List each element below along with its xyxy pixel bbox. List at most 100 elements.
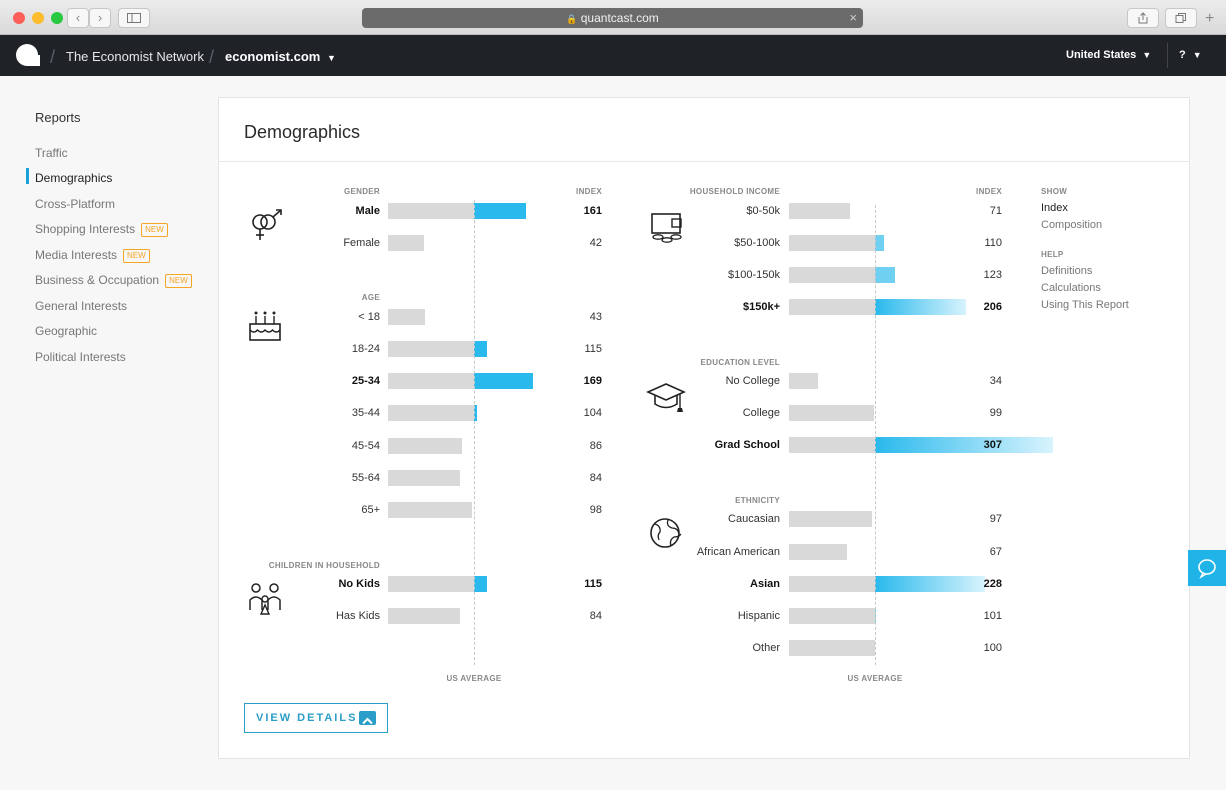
section-title: HOUSEHOLD INCOME (689, 187, 780, 196)
index-bar (789, 203, 851, 219)
help-option-using-this-report[interactable]: Using This Report (1041, 299, 1129, 311)
sidebar-item-label: Cross-Platform (35, 197, 116, 211)
index-bar (789, 235, 875, 251)
index-bar (388, 576, 474, 592)
row-label: 35-44 (351, 407, 380, 419)
family-icon (249, 583, 281, 615)
zoom-window-button[interactable] (51, 12, 63, 24)
index-bar (388, 502, 473, 518)
breadcrumb-separator: / (50, 47, 56, 67)
index-value: 84 (589, 472, 602, 484)
index-value: 161 (583, 205, 602, 217)
sidebar-item-demographics[interactable]: Demographics (35, 171, 112, 185)
help-menu[interactable]: ? ▼ (1179, 49, 1202, 61)
index-bar (388, 373, 474, 389)
sidebar-item-label: Shopping Interests (35, 222, 136, 236)
sidebar-item-traffic[interactable]: Traffic (35, 146, 68, 160)
index-value: 97 (989, 513, 1002, 525)
us-average-label: US AVERAGE (847, 674, 903, 683)
index-bar (388, 608, 461, 624)
row-label: $50-100k (734, 237, 780, 249)
index-bar (388, 405, 474, 421)
view-details-label: VIEW DETAILS (256, 712, 358, 724)
row-label: $100-150k (728, 269, 780, 281)
help-option-calculations[interactable]: Calculations (1041, 282, 1101, 294)
card-divider (219, 161, 1189, 162)
forward-button[interactable]: › (89, 8, 111, 28)
country-name: United States (1066, 49, 1137, 61)
index-value: 110 (984, 237, 1002, 249)
address-bar[interactable]: 🔒 quantcast.com × (362, 8, 863, 28)
index-bar (789, 640, 875, 656)
index-bar-above-average (474, 576, 487, 592)
sidebar-item-label: General Interests (35, 299, 128, 313)
sidebar-item-political-interests[interactable]: Political Interests (35, 350, 126, 364)
index-bar (789, 576, 875, 592)
view-details-button[interactable]: VIEW DETAILS (244, 703, 388, 733)
sidebar-item-geographic[interactable]: Geographic (35, 324, 97, 338)
section-title: GENDER (343, 187, 380, 196)
new-badge: NEW (165, 274, 192, 288)
birthday-cake-icon (249, 311, 281, 341)
sidebar-item-business-occupation[interactable]: Business & Occupation NEW (35, 273, 192, 288)
row-label: < 18 (358, 311, 380, 323)
back-button[interactable]: ‹ (67, 8, 89, 28)
row-label: Female (343, 237, 380, 249)
index-value: 98 (589, 504, 602, 516)
row-label: Has Kids (335, 610, 380, 622)
row-label: African American (696, 546, 780, 558)
index-value: 67 (989, 546, 1002, 558)
chevron-down-icon: ▼ (1142, 50, 1152, 60)
index-bar-above-average (875, 267, 895, 283)
country-selector[interactable]: United States ▼ (1066, 49, 1151, 61)
share-icon (1138, 12, 1148, 24)
sidebar-item-shopping-interests[interactable]: Shopping Interests NEW (35, 222, 168, 237)
wallet-icon (651, 213, 682, 243)
index-bar (388, 235, 425, 251)
new-tab-button[interactable]: + (1205, 11, 1214, 27)
breadcrumb-separator: / (209, 47, 215, 67)
help-option-definitions[interactable]: Definitions (1041, 265, 1092, 277)
row-label: Male (355, 205, 380, 217)
index-value: 99 (989, 407, 1002, 419)
quantcast-logo-icon[interactable] (15, 43, 41, 67)
show-option-index[interactable]: Index (1041, 202, 1068, 214)
header-divider (1167, 43, 1168, 68)
sidebar-item-media-interests[interactable]: Media Interests NEW (35, 248, 150, 263)
show-heading: SHOW (1041, 187, 1068, 196)
sidebar-item-general-interests[interactable]: General Interests (35, 299, 127, 313)
chat-bubble-icon (1198, 559, 1216, 579)
row-label: Grad School (714, 439, 780, 451)
index-bar (789, 608, 875, 624)
minimize-window-button[interactable] (32, 12, 44, 24)
graduation-cap-icon (646, 383, 686, 412)
row-label: Caucasian (728, 513, 780, 525)
index-bar-above-average (474, 373, 534, 389)
stop-loading-icon[interactable]: × (849, 8, 857, 28)
tabs-button[interactable] (1165, 8, 1197, 28)
row-label: $0-50k (746, 205, 780, 217)
index-value: 101 (983, 610, 1002, 622)
show-option-composition[interactable]: Composition (1041, 219, 1102, 231)
sidebar-item-label: Political Interests (35, 350, 126, 364)
chat-widget-button[interactable] (1188, 550, 1226, 586)
row-label: College (742, 407, 780, 419)
section-title: ETHNICITY (735, 496, 780, 505)
index-bar-above-average (474, 203, 527, 219)
sidebar-item-cross-platform[interactable]: Cross-Platform (35, 197, 115, 211)
breadcrumb-network[interactable]: The Economist Network (66, 49, 204, 64)
sidebar-toggle-button[interactable] (118, 8, 150, 28)
sidebar-item-label: Business & Occupation (35, 273, 160, 287)
row-label: 45-54 (351, 440, 380, 452)
index-bar-above-average (474, 341, 487, 357)
help-heading: HELP (1041, 250, 1064, 259)
index-bar (388, 341, 474, 357)
sidebar-title: Reports (35, 110, 81, 125)
row-label: 55-64 (351, 472, 380, 484)
index-value: 123 (983, 269, 1002, 281)
close-window-button[interactable] (13, 12, 25, 24)
sidebar-icon (127, 13, 141, 23)
globe-icon (650, 518, 682, 548)
site-selector[interactable]: economist.com ▼ (225, 49, 336, 64)
share-button[interactable] (1127, 8, 1159, 28)
